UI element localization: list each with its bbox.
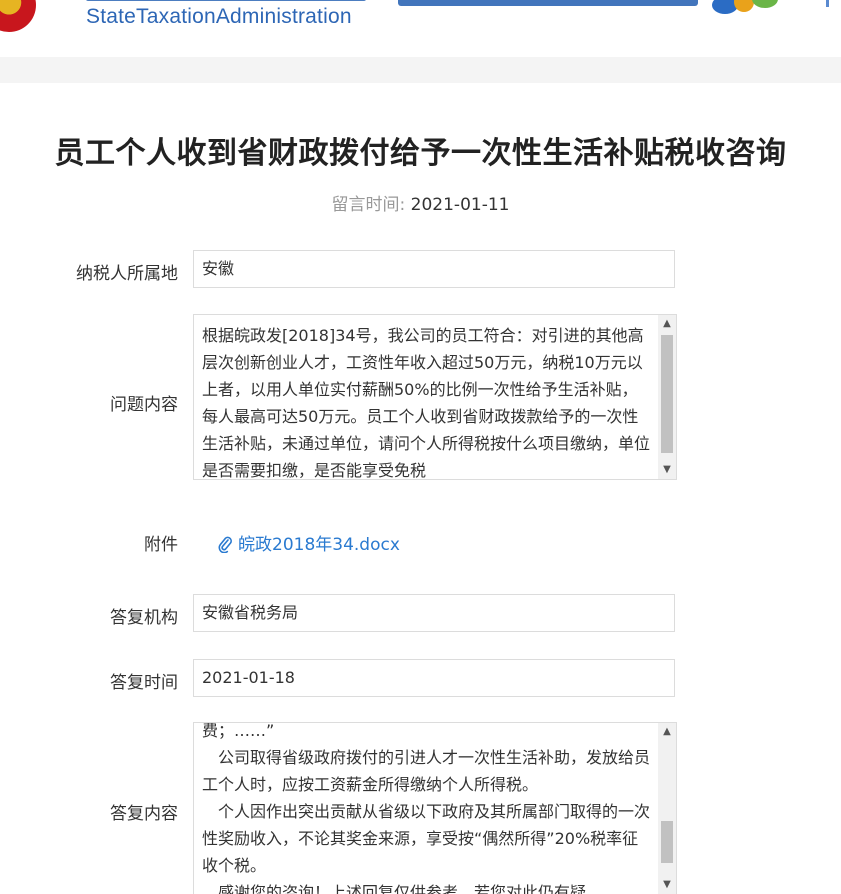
reply-paragraph: 费；……” xyxy=(202,722,275,740)
reply-time-field: 2021-01-18 xyxy=(193,659,675,697)
question-scrollbar[interactable]: ▲ ▼ xyxy=(658,315,676,479)
attachment-filename[interactable]: 皖政2018年34.docx xyxy=(238,535,400,555)
location-label: 纳税人所属地 xyxy=(76,264,178,284)
reply-text: 费；……” 公司取得省级政府拨付的引进人才一次性生活补助，发放给员工个人时，应按… xyxy=(202,722,652,894)
message-time-value: 2021-01-11 xyxy=(410,195,510,215)
hotline-banner-cropped xyxy=(398,0,698,6)
reply-paragraph: 个人因作出突出贡献从省级以下政府及其所属部门取得的一次性奖励收入，不论其奖金来源… xyxy=(202,802,651,875)
location-field: 安徽 xyxy=(193,250,675,288)
message-time-label: 留言时间: xyxy=(331,195,406,215)
reply-org-label: 答复机构 xyxy=(110,608,178,628)
mascot-logo xyxy=(712,0,802,20)
brand-en-name: StateTaxationAdministration xyxy=(86,5,352,28)
question-scroll-thumb[interactable] xyxy=(661,335,673,453)
reply-textarea[interactable]: 费；……” 公司取得省级政府拨付的引进人才一次性生活补助，发放给员工个人时，应按… xyxy=(193,722,677,894)
reply-time-label: 答复时间 xyxy=(110,673,178,693)
brand-cn-logo-cropped xyxy=(86,0,366,2)
reply-scroll-thumb[interactable] xyxy=(661,820,673,863)
national-emblem-logo xyxy=(0,0,36,32)
question-text: 根据皖政发[2018]34号，我公司的员工符合：对引进的其他高层次创新创业人才，… xyxy=(202,326,651,480)
paperclip-icon xyxy=(218,536,232,553)
attachment-link[interactable]: 皖政2018年34.docx xyxy=(218,530,400,555)
question-textarea[interactable]: 根据皖政发[2018]34号，我公司的员工符合：对引进的其他高层次创新创业人才，… xyxy=(193,314,677,480)
question-label: 问题内容 xyxy=(110,395,178,415)
message-time: 留言时间: 2021-01-11 xyxy=(0,190,841,215)
reply-org-field: 安徽省税务局 xyxy=(193,594,675,632)
scroll-down-arrow-icon[interactable]: ▼ xyxy=(658,461,676,479)
attachment-label: 附件 xyxy=(144,535,178,555)
site-header: StateTaxationAdministration xyxy=(0,0,841,57)
scroll-down-arrow-icon[interactable]: ▼ xyxy=(658,876,676,894)
header-edge-mark xyxy=(826,0,829,7)
reply-scrollbar[interactable]: ▲ ▼ xyxy=(658,723,676,894)
scroll-up-arrow-icon[interactable]: ▲ xyxy=(658,723,676,741)
reply-content-label: 答复内容 xyxy=(110,804,178,824)
scroll-up-arrow-icon[interactable]: ▲ xyxy=(658,315,676,333)
reply-paragraph: 公司取得省级政府拨付的引进人才一次性生活补助，发放给员工个人时，应按工资薪金所得… xyxy=(202,748,651,794)
reply-paragraph: 感谢您的咨询！上述回复仅供参考，若您对此仍有疑 xyxy=(202,883,587,894)
nav-band xyxy=(0,57,841,83)
page-title: 员工个人收到省财政拨付给予一次性生活补贴税收咨询 xyxy=(54,136,787,171)
